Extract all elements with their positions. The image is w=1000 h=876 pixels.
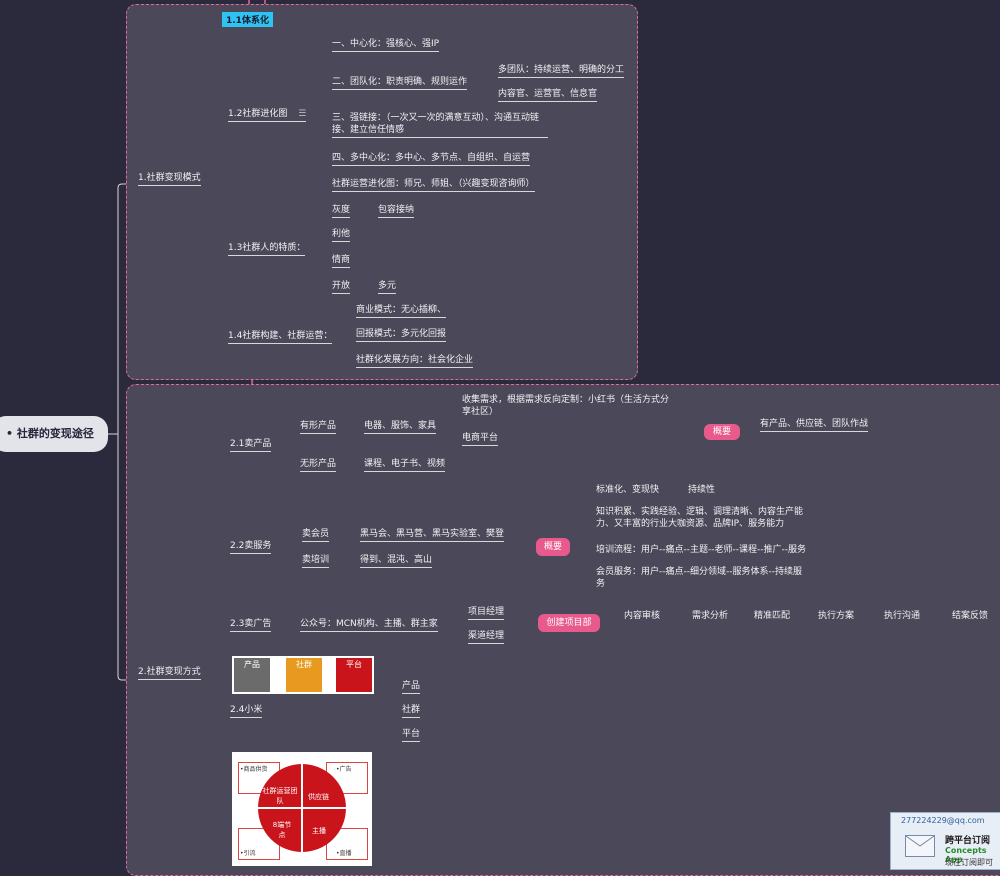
section2-title[interactable]: 2.社群变现方式 [138, 666, 201, 680]
node-1-2[interactable]: 1.2社群进化图 ☰ [228, 108, 307, 122]
node-1-2-item[interactable]: 一、中心化：强核心、强IP [332, 38, 440, 52]
node-2-4-item[interactable]: 社群 [402, 704, 421, 718]
node-1-1-selected[interactable]: 1.1体系化 [222, 12, 273, 27]
node-1-4-item[interactable]: 社群化发展方向：社会化企业 [356, 354, 474, 368]
notification-line: 现在订阅即可 [945, 858, 993, 867]
node-2-1-a[interactable]: 有形产品 [300, 420, 337, 434]
node-2-2[interactable]: 2.2卖服务 [230, 540, 272, 554]
corner-label: •直播 [336, 850, 352, 857]
node-2-4-item[interactable]: 平台 [402, 728, 421, 742]
node-1-3-item[interactable]: 情商 [332, 254, 351, 268]
node-1-4-item[interactable]: 回报模式：多元化回报 [356, 328, 447, 342]
summary-item[interactable]: 培训流程：用户--痛点--主题--老师--课程--推广--服务 [596, 544, 806, 556]
step-label[interactable]: 内容审核 [624, 610, 660, 622]
node-2-3-child[interactable]: 渠道经理 [468, 630, 505, 644]
node-team-child[interactable]: 多团队：持续运营、明确的分工 [498, 64, 625, 78]
notification-email: 277224229@qq.com [901, 816, 985, 825]
center-label: 社群运营团队 [262, 787, 298, 805]
node-1-3-item[interactable]: 多元 [378, 280, 397, 294]
image1-box-community: 社群 [286, 658, 322, 692]
node-2-1-b[interactable]: 无形产品 [300, 458, 337, 472]
node-2-2-b-val[interactable]: 得到、混沌、高山 [360, 554, 433, 568]
node-2-1-a-c2[interactable]: 电商平台 [462, 432, 499, 446]
node-1-3-item[interactable]: 利他 [332, 228, 351, 242]
image1-box-platform: 平台 [336, 658, 372, 692]
node-2-1[interactable]: 2.1卖产品 [230, 438, 272, 452]
node-1-2-item[interactable]: 三、强链接：（一次又一次的满意互动）、沟通互动链接、建立信任情感 [332, 112, 548, 138]
corner-label: •广告 [336, 766, 352, 773]
node-2-2-b[interactable]: 卖培训 [302, 554, 330, 568]
notification-title: 跨平台订阅 [945, 836, 991, 846]
node-team-child[interactable]: 内容官、运营官、信息官 [498, 88, 598, 102]
node-2-4-item[interactable]: 产品 [402, 680, 421, 694]
node-1-2-label: 1.2社群进化图 [228, 109, 288, 119]
br-label: 主播 [312, 827, 326, 835]
root-marker: • [6, 427, 14, 440]
create-project-dept-pill[interactable]: 创建项目部 [538, 614, 600, 632]
node-2-2-a[interactable]: 卖会员 [302, 528, 330, 542]
summary-value[interactable]: 有产品、供应链、团队作战 [760, 418, 869, 432]
image-product-community-platform[interactable]: 产品 社群 平台 [232, 656, 374, 694]
notes-icon[interactable]: ☰ [298, 109, 306, 119]
node-1-4[interactable]: 1.4社群构建、社群运营： [228, 330, 333, 344]
notification-popup[interactable]: 277224229@qq.com 跨平台订阅 Concepts App 现在订阅… [890, 812, 1000, 870]
node-1-2-item[interactable]: 社群运营进化图：师兄、师姐、（兴趣变现咨询师） [332, 178, 535, 192]
circle-divider-v [301, 764, 303, 852]
corner-label: •商品供货 [240, 766, 268, 773]
step-label[interactable]: 执行方案 [818, 610, 854, 622]
mail-icon [905, 835, 935, 857]
node-1-3-item[interactable]: 包容接纳 [378, 204, 415, 218]
node-2-2-a-val[interactable]: 黑马会、黑马营、黑马实验室、樊登 [360, 528, 505, 542]
node-1-2-item[interactable]: 四、多中心化：多中心、多节点、自组织、自运营 [332, 152, 531, 166]
node-2-4[interactable]: 2.4小米 [230, 704, 263, 718]
image-operation-diagram[interactable]: •商品供货 •广告 •引流 •直播 社群运营团队 供应链 8端节点 主播 [232, 752, 372, 866]
node-2-1-b-val[interactable]: 课程、电子书、视频 [364, 458, 446, 472]
root-label: 社群的变现途径 [16, 427, 94, 440]
summary-pill[interactable]: 概要 [536, 538, 570, 556]
node-1-3[interactable]: 1.3社群人的特质： [228, 242, 306, 256]
node-1-4-item[interactable]: 商业模式：无心插柳、 [356, 304, 447, 318]
bl-label: 8端节点 [272, 821, 292, 839]
node-2-1-a-val[interactable]: 电器、服饰、家具 [364, 420, 437, 434]
node-1-3-item[interactable]: 开放 [332, 280, 351, 294]
summary-item[interactable]: 会员服务：用户--痛点--细分领域--服务体系--持续服务 [596, 566, 810, 590]
node-2-1-a-c1[interactable]: 收集需求，根据需求反向定制：小红书（生活方式分享社区） [462, 394, 674, 418]
node-2-3-val[interactable]: 公众号：MCN机构、主播、群主家 [300, 618, 438, 632]
step-label[interactable]: 执行沟通 [884, 610, 920, 622]
image1-box-product: 产品 [234, 658, 270, 692]
node-1-2-item[interactable]: 二、团队化：职责明确、规则运作 [332, 76, 468, 90]
right-label: 供应链 [308, 793, 329, 801]
section1-title[interactable]: 1.社群变现模式 [138, 172, 201, 186]
section1-frame [126, 4, 638, 380]
summary-item[interactable]: 持续性 [688, 484, 715, 496]
step-label[interactable]: 精准匹配 [754, 610, 790, 622]
corner-label: •引流 [240, 850, 256, 857]
step-label[interactable]: 需求分析 [692, 610, 728, 622]
root-node[interactable]: • 社群的变现途径 [0, 416, 108, 452]
summary-item[interactable]: 标准化、变现快 [596, 484, 659, 496]
node-2-3[interactable]: 2.3卖广告 [230, 618, 272, 632]
summary-item[interactable]: 知识积累、实践经验、逻辑、调理清晰、内容生产能力、又丰富的行业大咖资源、品牌IP… [596, 506, 810, 530]
summary-pill[interactable]: 概要 [704, 424, 740, 440]
node-2-3-child[interactable]: 项目经理 [468, 606, 505, 620]
step-label[interactable]: 结案反馈 [952, 610, 988, 622]
node-1-3-item[interactable]: 灰度 [332, 204, 351, 218]
